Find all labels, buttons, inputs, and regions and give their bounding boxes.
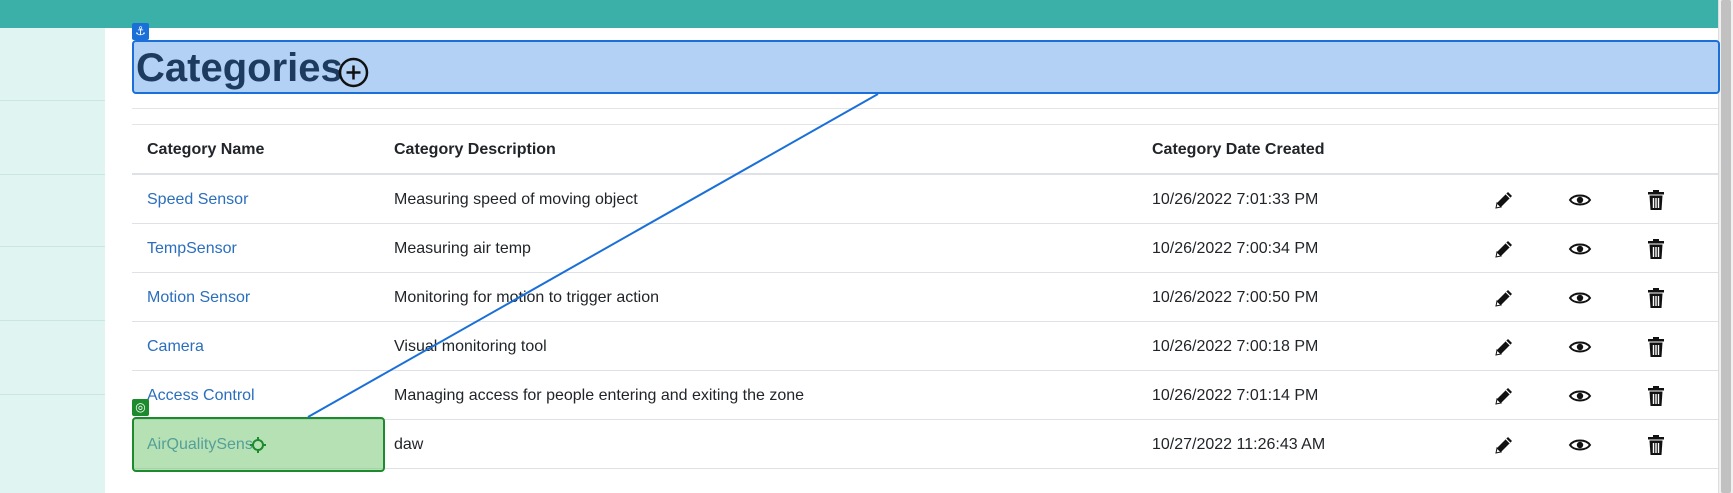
scrollbar-thumb[interactable] xyxy=(1721,0,1731,493)
category-date-created: 10/26/2022 7:00:34 PM xyxy=(1152,240,1319,257)
column-header-description: Category Description xyxy=(394,141,556,158)
table-row: Motion Sensor Monitoring for motion to tr… xyxy=(132,273,1718,322)
category-name-link[interactable]: TempSensor xyxy=(147,239,237,259)
category-date-created: 10/26/2022 7:01:33 PM xyxy=(1152,191,1319,208)
title-highlight-overlay xyxy=(132,40,1720,94)
category-description: Managing access for people entering and … xyxy=(394,387,805,404)
column-header-date: Category Date Created xyxy=(1152,141,1325,158)
table-row: Speed Sensor Measuring speed of moving ob… xyxy=(132,175,1718,224)
eye-icon[interactable] xyxy=(1568,433,1592,457)
category-name-link[interactable]: Access Control xyxy=(147,386,255,406)
category-date-created: 10/26/2022 7:00:18 PM xyxy=(1152,338,1319,355)
category-date-created: 10/27/2022 11:26:43 AM xyxy=(1152,436,1326,453)
category-name-link[interactable]: Camera xyxy=(147,337,204,357)
category-name-link[interactable]: Speed Sensor xyxy=(147,190,248,210)
trash-icon[interactable] xyxy=(1644,384,1668,408)
eye-icon[interactable] xyxy=(1568,188,1592,212)
eye-icon[interactable] xyxy=(1568,384,1592,408)
trash-icon[interactable] xyxy=(1644,433,1668,457)
divider xyxy=(132,108,1718,109)
trash-icon[interactable] xyxy=(1644,286,1668,310)
pencil-icon[interactable] xyxy=(1492,237,1516,261)
sidebar-divider xyxy=(0,174,105,175)
trash-icon[interactable] xyxy=(1644,335,1668,359)
pencil-icon[interactable] xyxy=(1492,384,1516,408)
sidebar-divider xyxy=(0,394,105,395)
crosshair-icon xyxy=(250,437,266,453)
eye-icon[interactable] xyxy=(1568,335,1592,359)
vertical-scrollbar[interactable] xyxy=(1718,0,1733,493)
pencil-icon[interactable] xyxy=(1492,433,1516,457)
top-navbar xyxy=(0,0,1733,28)
target-icon: ◎ xyxy=(132,399,149,416)
category-description: Visual monitoring tool xyxy=(394,338,547,355)
sidebar-divider xyxy=(0,320,105,321)
trash-icon[interactable] xyxy=(1644,188,1668,212)
sidebar-divider xyxy=(0,100,105,101)
table-row: Access Control Managing access for people… xyxy=(132,371,1718,420)
anchor-icon: ⚓ xyxy=(132,23,149,40)
category-description: Measuring air temp xyxy=(394,240,531,257)
divider xyxy=(132,124,1718,125)
category-date-created: 10/26/2022 7:00:50 PM xyxy=(1152,289,1319,306)
category-description: daw xyxy=(394,436,424,453)
table-row: Camera Visual monitoring tool 10/26/2022 7… xyxy=(132,322,1718,371)
pencil-icon[interactable] xyxy=(1492,335,1516,359)
pencil-icon[interactable] xyxy=(1492,188,1516,212)
category-date-created: 10/26/2022 7:01:14 PM xyxy=(1152,387,1319,404)
pencil-icon[interactable] xyxy=(1492,286,1516,310)
category-description: Measuring speed of moving object xyxy=(394,191,638,208)
plus-circle-icon[interactable] xyxy=(338,57,369,88)
sidebar xyxy=(0,28,105,493)
column-header-name: Category Name xyxy=(147,141,265,158)
table-row: TempSensor Measuring air temp 10/26/2022 7… xyxy=(132,224,1718,273)
eye-icon[interactable] xyxy=(1568,286,1592,310)
category-name-link[interactable]: Motion Sensor xyxy=(147,288,250,308)
category-description: Monitoring for motion to trigger action xyxy=(394,289,660,306)
sidebar-divider xyxy=(0,246,105,247)
eye-icon[interactable] xyxy=(1568,237,1592,261)
page-title: Categories xyxy=(136,46,343,90)
trash-icon[interactable] xyxy=(1644,237,1668,261)
